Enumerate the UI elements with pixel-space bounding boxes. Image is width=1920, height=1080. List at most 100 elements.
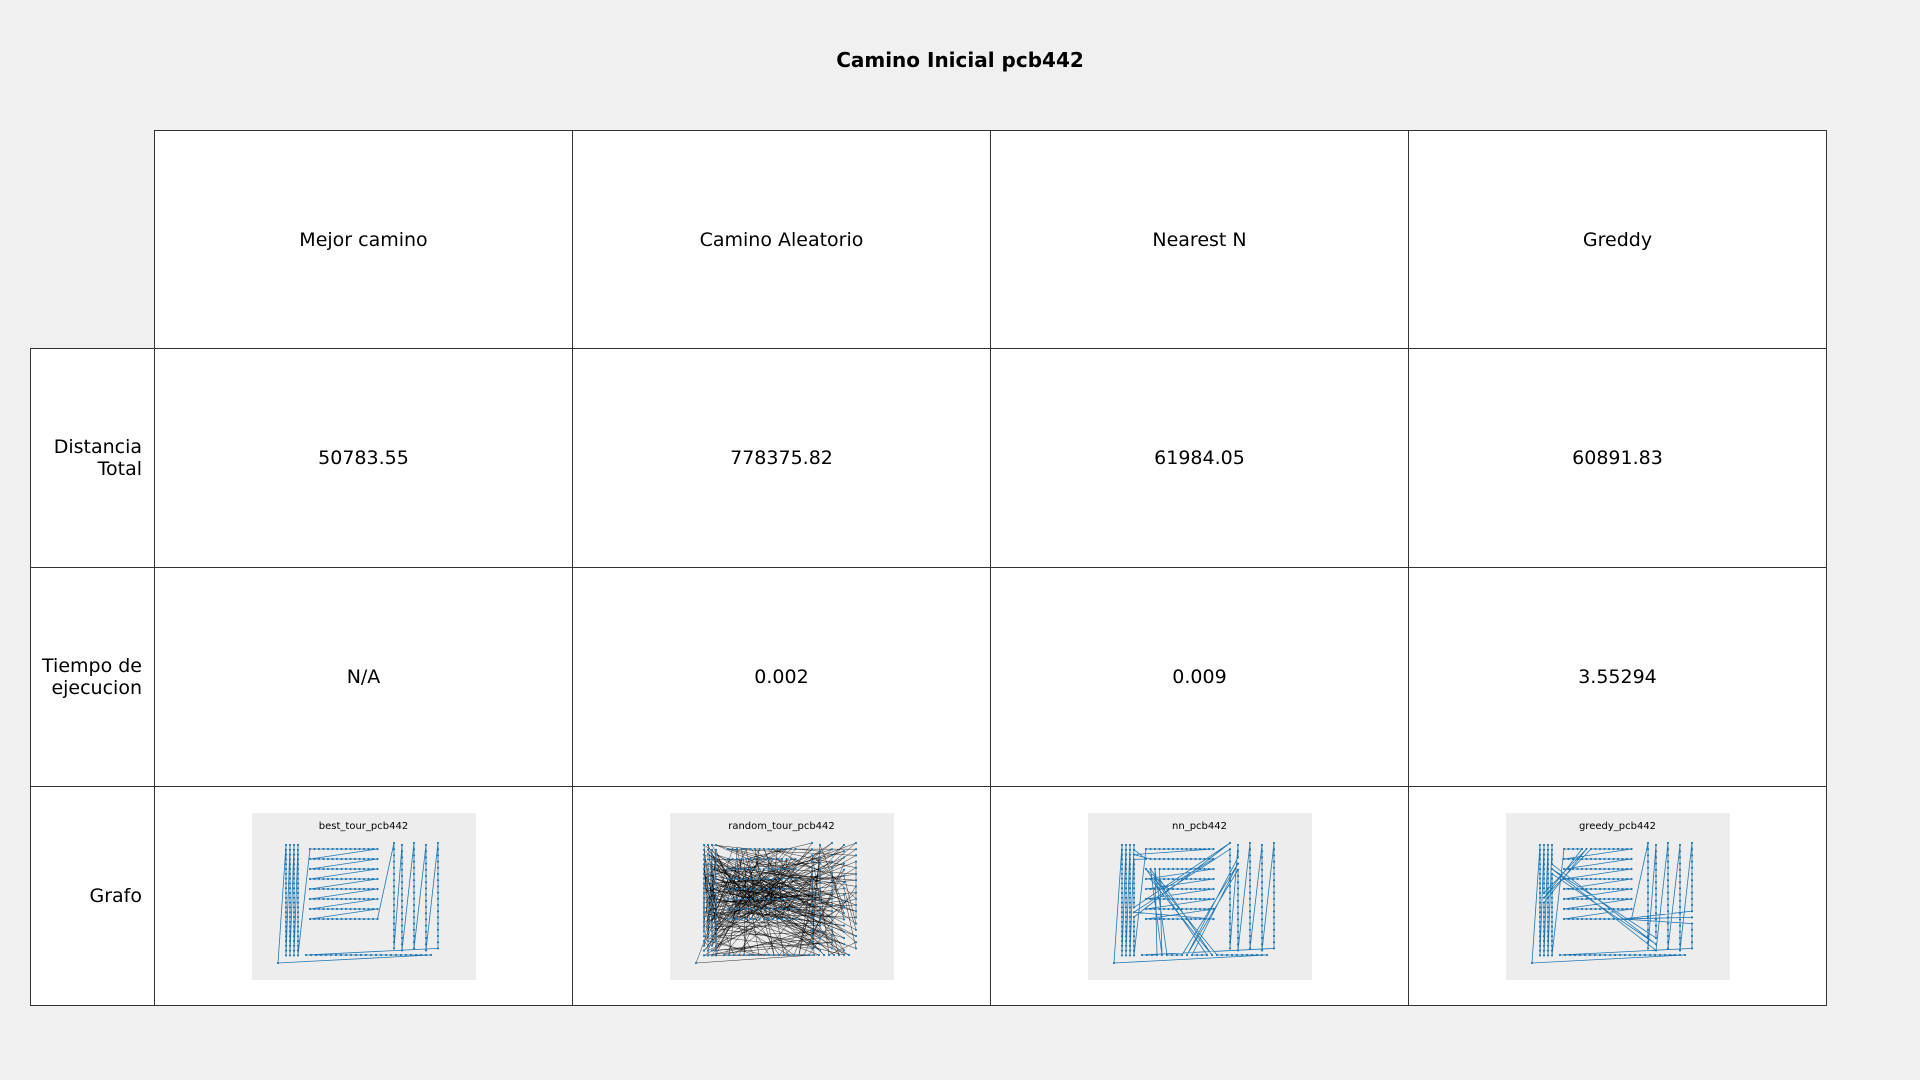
column-header: Camino Aleatorio [572,130,991,349]
tour-node [1563,953,1566,956]
tour-node [710,896,713,899]
tour-node [1272,853,1275,856]
tour-node [1562,847,1565,850]
tour-node [292,944,295,947]
tour-node [1248,940,1251,943]
tour-node [288,877,291,880]
tour-node [842,948,845,951]
tour-node [1189,887,1192,890]
tour-node [296,872,299,875]
tour-node [1132,877,1135,880]
tour-node [1211,897,1215,900]
tour-node [1611,917,1615,920]
tour-node [1228,915,1231,918]
tour-node [1666,853,1669,856]
tour-node [1211,887,1215,890]
tour-node [1616,877,1619,880]
tour-node [789,857,792,860]
tour-node [854,866,857,869]
tour-node [436,884,439,887]
tour-node [714,934,717,937]
tour-node [284,905,287,908]
tour-node [1542,929,1545,932]
tour-node [436,866,439,869]
tour-node [1654,880,1657,883]
tour-node [1678,849,1681,852]
tour-node [818,849,821,852]
tour-node [284,853,287,856]
tour-node [1166,857,1170,860]
tour-node [371,897,374,900]
tour-node [1272,841,1275,844]
tour-node [1538,862,1541,865]
tour-node [1598,907,1601,910]
tour-node [1550,944,1553,947]
graph-cell: best_tour_pcb442 [154,786,573,1006]
tour-node [1228,853,1231,856]
tour-node [842,855,845,858]
tour-node [1153,857,1156,860]
tour-node [753,897,756,900]
tour-node [308,887,311,890]
tour-node [284,949,287,952]
tour-node [1132,881,1135,884]
tour-node [317,897,320,900]
tour-node [818,899,821,902]
tour-node [780,867,783,870]
tour-node [1120,944,1123,947]
tour-node [1230,953,1233,956]
tour-node [1542,862,1545,865]
tour-node [1666,841,1669,844]
tour-node [375,917,379,920]
tour-node [830,922,833,925]
tour-node [714,881,717,884]
tour-node [1566,887,1570,890]
row-label-distance: Distancia Total [30,348,155,568]
tour-node [1546,939,1549,942]
tour-node [1616,917,1619,920]
tour-node [1690,860,1693,863]
tour-node [1124,891,1127,894]
tour-node [810,884,813,887]
tour-node [1546,953,1549,956]
tour-node [1575,897,1579,900]
tour-node [436,860,439,863]
tour-node [1633,953,1636,956]
tour-node [1171,887,1174,890]
tour-node [748,887,752,890]
tour-node [1654,942,1657,945]
tour-node [1546,886,1549,889]
tour-node [1607,857,1610,860]
tour-node [1666,903,1669,906]
tour-node [366,867,370,870]
tour-node [424,893,427,896]
tour-node [330,907,334,910]
tour-node [292,886,295,889]
tour-node [842,849,845,852]
tour-node [1162,857,1165,860]
tour-node [706,901,709,904]
tour-node [1148,887,1152,890]
tour-node [375,867,379,870]
tour-node [1260,953,1263,956]
tour-node [1546,944,1549,947]
tour-node [1236,893,1239,896]
tour-node [771,917,774,920]
tour-node [357,847,361,850]
tour-node [726,917,729,920]
tour-node [1250,953,1253,956]
tour-node [1538,886,1541,889]
tour-node [1248,909,1251,912]
tour-node [789,877,792,880]
tour-node [1646,878,1649,881]
tour-node [1120,843,1123,846]
tour-node [371,907,374,910]
tour-node [1180,847,1183,850]
tour-node [1272,928,1275,931]
tour-node [400,843,403,846]
tour-node [1654,874,1657,877]
tour-node [1120,920,1123,923]
tour-node [324,953,327,956]
tour-node [288,886,291,889]
tour-node [1207,887,1210,890]
